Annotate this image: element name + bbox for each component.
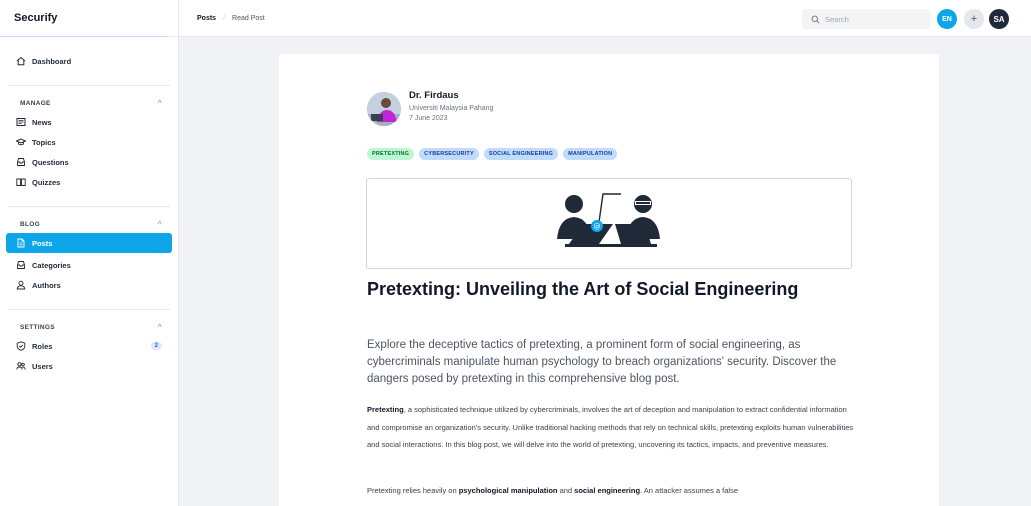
tag-manipulation[interactable]: MANIPULATION (563, 148, 618, 160)
tag-pretexting[interactable]: PRETEXTING (367, 148, 415, 160)
post-date: 7 June 2023 (409, 115, 448, 122)
sidebar-item-label: News (32, 117, 52, 127)
add-button[interactable]: + (964, 9, 984, 29)
search-icon (811, 15, 825, 24)
svg-text:@: @ (594, 222, 601, 230)
bold-text: psychological manipulation (458, 486, 558, 495)
sidebar-item-topics[interactable]: Topics (6, 132, 172, 152)
post-lead: Explore the deceptive tactics of pretext… (367, 339, 837, 385)
paragraph-text: . An attacker assumes a false (640, 486, 738, 495)
home-icon (16, 56, 26, 66)
sidebar-item-news[interactable]: News (6, 112, 172, 132)
user-id-icon (16, 280, 26, 290)
sidebar-item-categories[interactable]: Categories (6, 255, 172, 275)
sidebar-item-label: Roles (32, 341, 53, 351)
tag-cybersecurity[interactable]: CYBERSECURITY (419, 148, 479, 160)
sidebar-item-roles[interactable]: Roles 2 (6, 336, 172, 356)
breadcrumb-read-post: Read Post (232, 14, 265, 22)
tag-social-engineering[interactable]: SOCIAL ENGINEERING (483, 148, 559, 160)
hero-image: @ (366, 178, 852, 269)
chevron-up-icon: ^ (157, 220, 162, 228)
phishing-illustration-icon: @ (557, 192, 660, 247)
post-paragraph-2: Pretexting relies heavily on psychologic… (367, 482, 857, 500)
section-blog-header[interactable]: BLOG ^ (0, 215, 178, 233)
sidebar-item-label: Authors (32, 280, 61, 290)
author-block: Dr. Firdaus Universiti Malaysia Pahang 7… (367, 90, 493, 126)
brand-logo[interactable]: Securify (0, 0, 178, 37)
search-placeholder: Search (825, 14, 849, 24)
user-avatar-button[interactable]: SA (989, 9, 1009, 29)
sidebar: Securify Dashboard MANAGE ^ News Topics … (0, 0, 179, 506)
document-icon (16, 238, 26, 248)
breadcrumb-posts[interactable]: Posts (197, 15, 216, 22)
post-paragraph-1: Pretexting, a sophisticated technique ut… (367, 401, 857, 454)
sidebar-item-label: Posts (32, 238, 53, 248)
breadcrumb-separator: / (223, 14, 226, 22)
chevron-up-icon: ^ (157, 323, 162, 331)
users-icon (16, 361, 26, 371)
sidebar-item-questions[interactable]: Questions (6, 152, 172, 172)
section-manage-header[interactable]: MANAGE ^ (0, 94, 178, 112)
shield-check-icon (16, 341, 26, 351)
language-button[interactable]: EN (937, 9, 957, 29)
paragraph-text: and (557, 486, 575, 495)
sidebar-item-label: Quizzes (32, 177, 61, 187)
paragraph-text: Pretexting relies heavily on (367, 486, 459, 495)
post-card: Dr. Firdaus Universiti Malaysia Pahang 7… (279, 54, 939, 506)
newspaper-icon (16, 117, 26, 127)
sidebar-item-quizzes[interactable]: Quizzes (6, 172, 172, 192)
roles-count-badge: 2 (150, 342, 162, 350)
bold-text: Pretexting (367, 405, 404, 414)
sidebar-item-label: Dashboard (32, 56, 72, 66)
sidebar-item-dashboard[interactable]: Dashboard (6, 51, 172, 71)
author-org: Universiti Malaysia Pahang (409, 105, 494, 112)
tag-list: PRETEXTING CYBERSECURITY SOCIAL ENGINEER… (367, 148, 618, 160)
book-open-icon (16, 177, 26, 187)
sidebar-item-posts[interactable]: Posts (6, 233, 172, 253)
inbox-icon (16, 260, 26, 270)
sidebar-item-users[interactable]: Users (6, 356, 172, 376)
section-settings-header[interactable]: SETTINGS ^ (0, 318, 178, 336)
post-title: Pretexting: Unveiling the Art of Social … (367, 279, 799, 299)
paragraph-text: , a sophisticated technique utilized by … (367, 405, 854, 449)
section-label: MANAGE (20, 99, 51, 107)
top-bar: Posts / Read Post Search EN + SA (179, 0, 1031, 37)
section-label: SETTINGS (20, 323, 55, 331)
sidebar-item-label: Users (32, 361, 53, 371)
author-name[interactable]: Dr. Firdaus (409, 90, 493, 101)
graduation-cap-icon (16, 137, 26, 147)
section-label: BLOG (20, 220, 40, 228)
breadcrumb: Posts / Read Post (179, 15, 265, 22)
search-input[interactable]: Search (802, 9, 930, 29)
sidebar-item-label: Categories (32, 260, 71, 270)
author-avatar (367, 92, 401, 126)
inbox-icon (16, 157, 26, 167)
sidebar-item-label: Topics (32, 137, 56, 147)
chevron-up-icon: ^ (157, 99, 162, 107)
bold-text: social engineering (574, 486, 641, 495)
sidebar-item-label: Questions (32, 157, 69, 167)
sidebar-item-authors[interactable]: Authors (6, 275, 172, 295)
